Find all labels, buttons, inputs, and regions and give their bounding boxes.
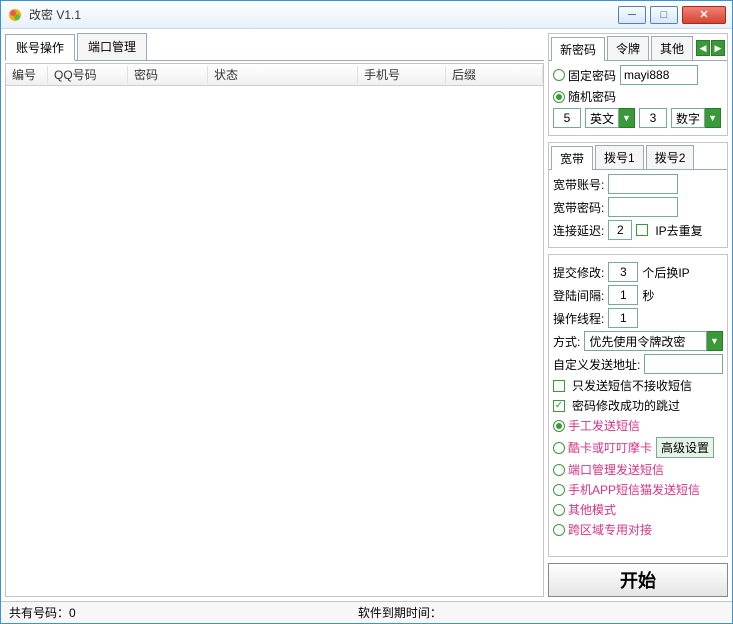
grid-body	[6, 86, 543, 597]
tab-other[interactable]: 其他	[651, 36, 693, 60]
custom-address-input[interactable]	[644, 354, 723, 374]
login-interval-input[interactable]	[608, 285, 638, 305]
connect-delay-label: 连接延迟:	[553, 222, 604, 239]
submit-count-input[interactable]	[608, 262, 638, 282]
options-panel: 提交修改:个后换IP 登陆间隔:秒 操作线程: 方式:优先使用令牌改密▼ 自定义…	[548, 254, 728, 557]
radio-random-password[interactable]: 随机密码	[553, 88, 616, 105]
window-title: 改密 V1.1	[29, 6, 618, 23]
radio-cross-region[interactable]: 跨区域专用对接	[553, 521, 652, 538]
col-status[interactable]: 状态	[208, 66, 358, 83]
radio-manual-sms[interactable]: 手工发送短信	[553, 417, 640, 434]
radio-kuka[interactable]: 酷卡或叮叮摩卡	[553, 439, 652, 456]
col-qq[interactable]: QQ号码	[48, 66, 128, 83]
tabs-prev-icon[interactable]: ◀	[696, 40, 710, 56]
fixed-password-input[interactable]	[620, 65, 698, 85]
chevron-down-icon[interactable]: ▼	[619, 108, 635, 128]
status-bar: 共有号码：0 软件到期时间：	[1, 601, 732, 623]
tab-dial2[interactable]: 拨号2	[646, 145, 695, 169]
tab-port-mgmt[interactable]: 端口管理	[77, 33, 147, 60]
random-type2-select[interactable]: 数字▼	[671, 108, 721, 128]
minimize-button[interactable]: ─	[618, 6, 646, 24]
col-suffix[interactable]: 后缀	[446, 66, 543, 83]
random-type1-select[interactable]: 英文▼	[585, 108, 635, 128]
radio-fixed-password[interactable]: 固定密码	[553, 67, 616, 84]
status-total: 共有号码：0	[9, 604, 76, 621]
tab-token[interactable]: 令牌	[607, 36, 649, 60]
titlebar: 改密 V1.1 ─ □ ✕	[1, 1, 732, 29]
tab-new-password[interactable]: 新密码	[551, 37, 605, 61]
tabs-next-icon[interactable]: ▶	[711, 40, 725, 56]
status-expire: 软件到期时间：	[358, 604, 442, 621]
broadband-password-label: 宽带密码:	[553, 199, 604, 216]
radio-port-sms[interactable]: 端口管理发送短信	[553, 461, 664, 478]
grid-header: 编号 QQ号码 密码 状态 手机号 后缀	[6, 64, 543, 86]
radio-other-mode[interactable]: 其他模式	[553, 501, 616, 518]
skip-success-checkbox[interactable]: ✓	[553, 400, 565, 412]
app-icon	[7, 7, 23, 23]
col-index[interactable]: 编号	[6, 66, 48, 83]
account-grid[interactable]: 编号 QQ号码 密码 状态 手机号 后缀 ◀ ▶	[5, 63, 544, 597]
col-password[interactable]: 密码	[128, 66, 208, 83]
connect-delay-input[interactable]	[608, 220, 632, 240]
chevron-down-icon[interactable]: ▼	[707, 331, 723, 351]
advanced-settings-button[interactable]: 高级设置	[656, 437, 714, 458]
tab-account-ops[interactable]: 账号操作	[5, 34, 75, 61]
mode-select[interactable]: 优先使用令牌改密▼	[584, 331, 723, 351]
broadband-account-label: 宽带账号:	[553, 176, 604, 193]
close-button[interactable]: ✕	[682, 6, 726, 24]
only-send-sms-checkbox[interactable]	[553, 380, 565, 392]
ip-dedup-checkbox[interactable]	[636, 224, 648, 236]
start-button[interactable]: 开始	[548, 563, 728, 597]
tab-broadband[interactable]: 宽带	[551, 146, 593, 170]
password-panel: 新密码 令牌 其他 ◀ ▶ 固定密码 随机密码 英文▼	[548, 33, 728, 136]
random-len1-input[interactable]	[553, 108, 581, 128]
radio-app-sms[interactable]: 手机APP短信猫发送短信	[553, 481, 700, 498]
left-tabs: 账号操作 端口管理	[5, 33, 544, 61]
thread-count-input[interactable]	[608, 308, 638, 328]
col-phone[interactable]: 手机号	[358, 66, 446, 83]
random-len2-input[interactable]	[639, 108, 667, 128]
network-panel: 宽带 拨号1 拨号2 宽带账号: 宽带密码: 连接延迟: IP去重复	[548, 142, 728, 248]
maximize-button[interactable]: □	[650, 6, 678, 24]
broadband-password-input[interactable]	[608, 197, 678, 217]
tab-dial1[interactable]: 拨号1	[595, 145, 644, 169]
broadband-account-input[interactable]	[608, 174, 678, 194]
chevron-down-icon[interactable]: ▼	[705, 108, 721, 128]
